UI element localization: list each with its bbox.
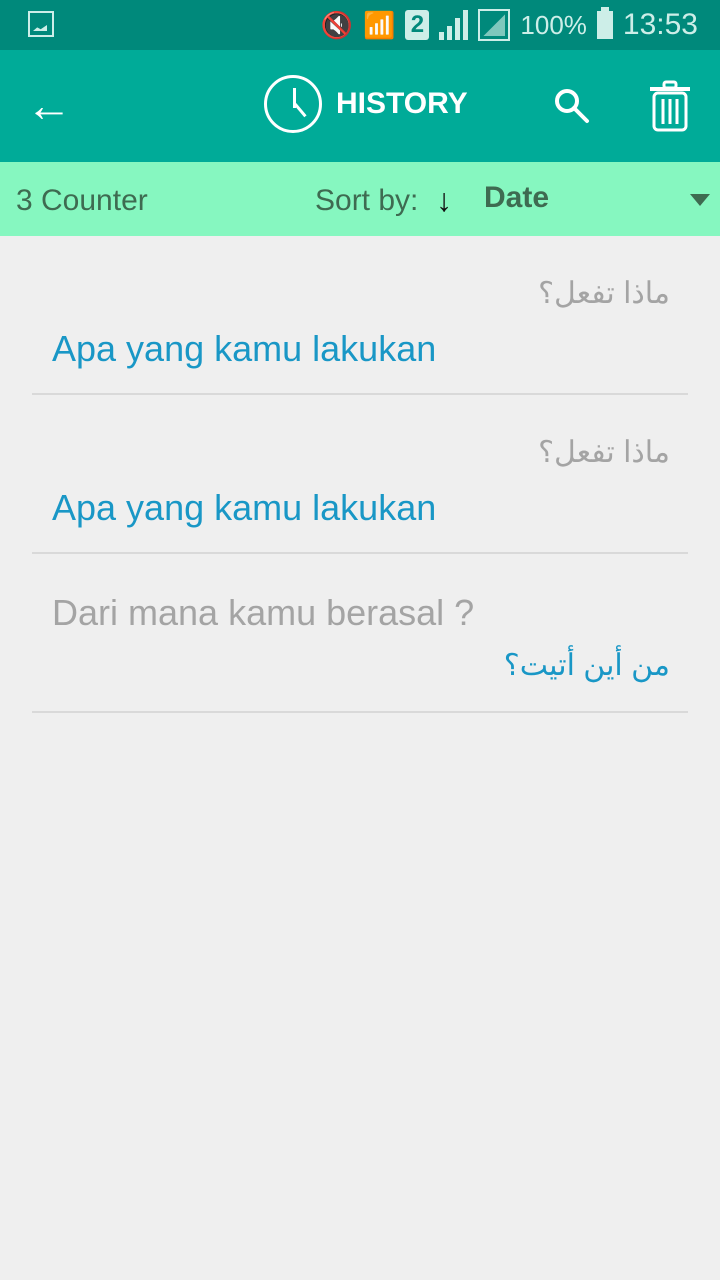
dropdown-arrow-icon[interactable] [690, 194, 710, 206]
status-bar: 🔇 📶 2 100% 13:53 [0, 0, 720, 50]
back-button[interactable]: ← [26, 82, 72, 128]
sort-bar: 3 Counter Sort by: ↓ Date [0, 162, 720, 236]
list-item[interactable]: Dari mana kamu berasal ? من أين أتيت؟ [32, 554, 688, 713]
list-item[interactable]: ماذا تفعل؟ Apa yang kamu lakukan [32, 236, 688, 395]
translation-text: Apa yang kamu lakukan [52, 328, 437, 369]
translation-text: Apa yang kamu lakukan [52, 487, 437, 528]
sort-select[interactable]: Date [484, 181, 549, 215]
arrow-left-icon: ← [26, 79, 72, 131]
title-group: HISTORY [264, 75, 468, 133]
search-button[interactable] [552, 86, 592, 126]
list-item[interactable]: ماذا تفعل؟ Apa yang kamu lakukan [32, 395, 688, 554]
signal-icon [439, 10, 469, 40]
translation-text: من أين أتيت؟ [503, 649, 670, 682]
battery-percent: 100% [520, 9, 587, 40]
wifi-icon: 📶 [363, 9, 396, 40]
source-text: ماذا تفعل؟ [538, 436, 670, 469]
battery-icon [596, 7, 613, 39]
source-text: ماذا تفعل؟ [538, 277, 670, 310]
clock-time: 13:53 [622, 8, 698, 41]
sort-direction-toggle[interactable]: ↓ [436, 182, 452, 219]
page-title: HISTORY [336, 87, 468, 120]
vibrate-mute-icon: 🔇 [320, 9, 354, 40]
gallery-icon [28, 11, 54, 37]
history-counter: 3 Counter [16, 184, 148, 217]
trash-icon [650, 80, 690, 132]
source-text: Dari mana kamu berasal ? [52, 592, 475, 633]
history-list: ماذا تفعل؟ Apa yang kamu lakukan ماذا تف… [0, 236, 720, 713]
sort-label: Sort by: [315, 184, 419, 217]
app-bar: ← HISTORY [0, 50, 720, 162]
sim-2-icon: 2 [405, 10, 430, 40]
delete-all-button[interactable] [648, 80, 692, 132]
signal-icon-2 [478, 9, 511, 41]
clock-icon [264, 75, 322, 133]
